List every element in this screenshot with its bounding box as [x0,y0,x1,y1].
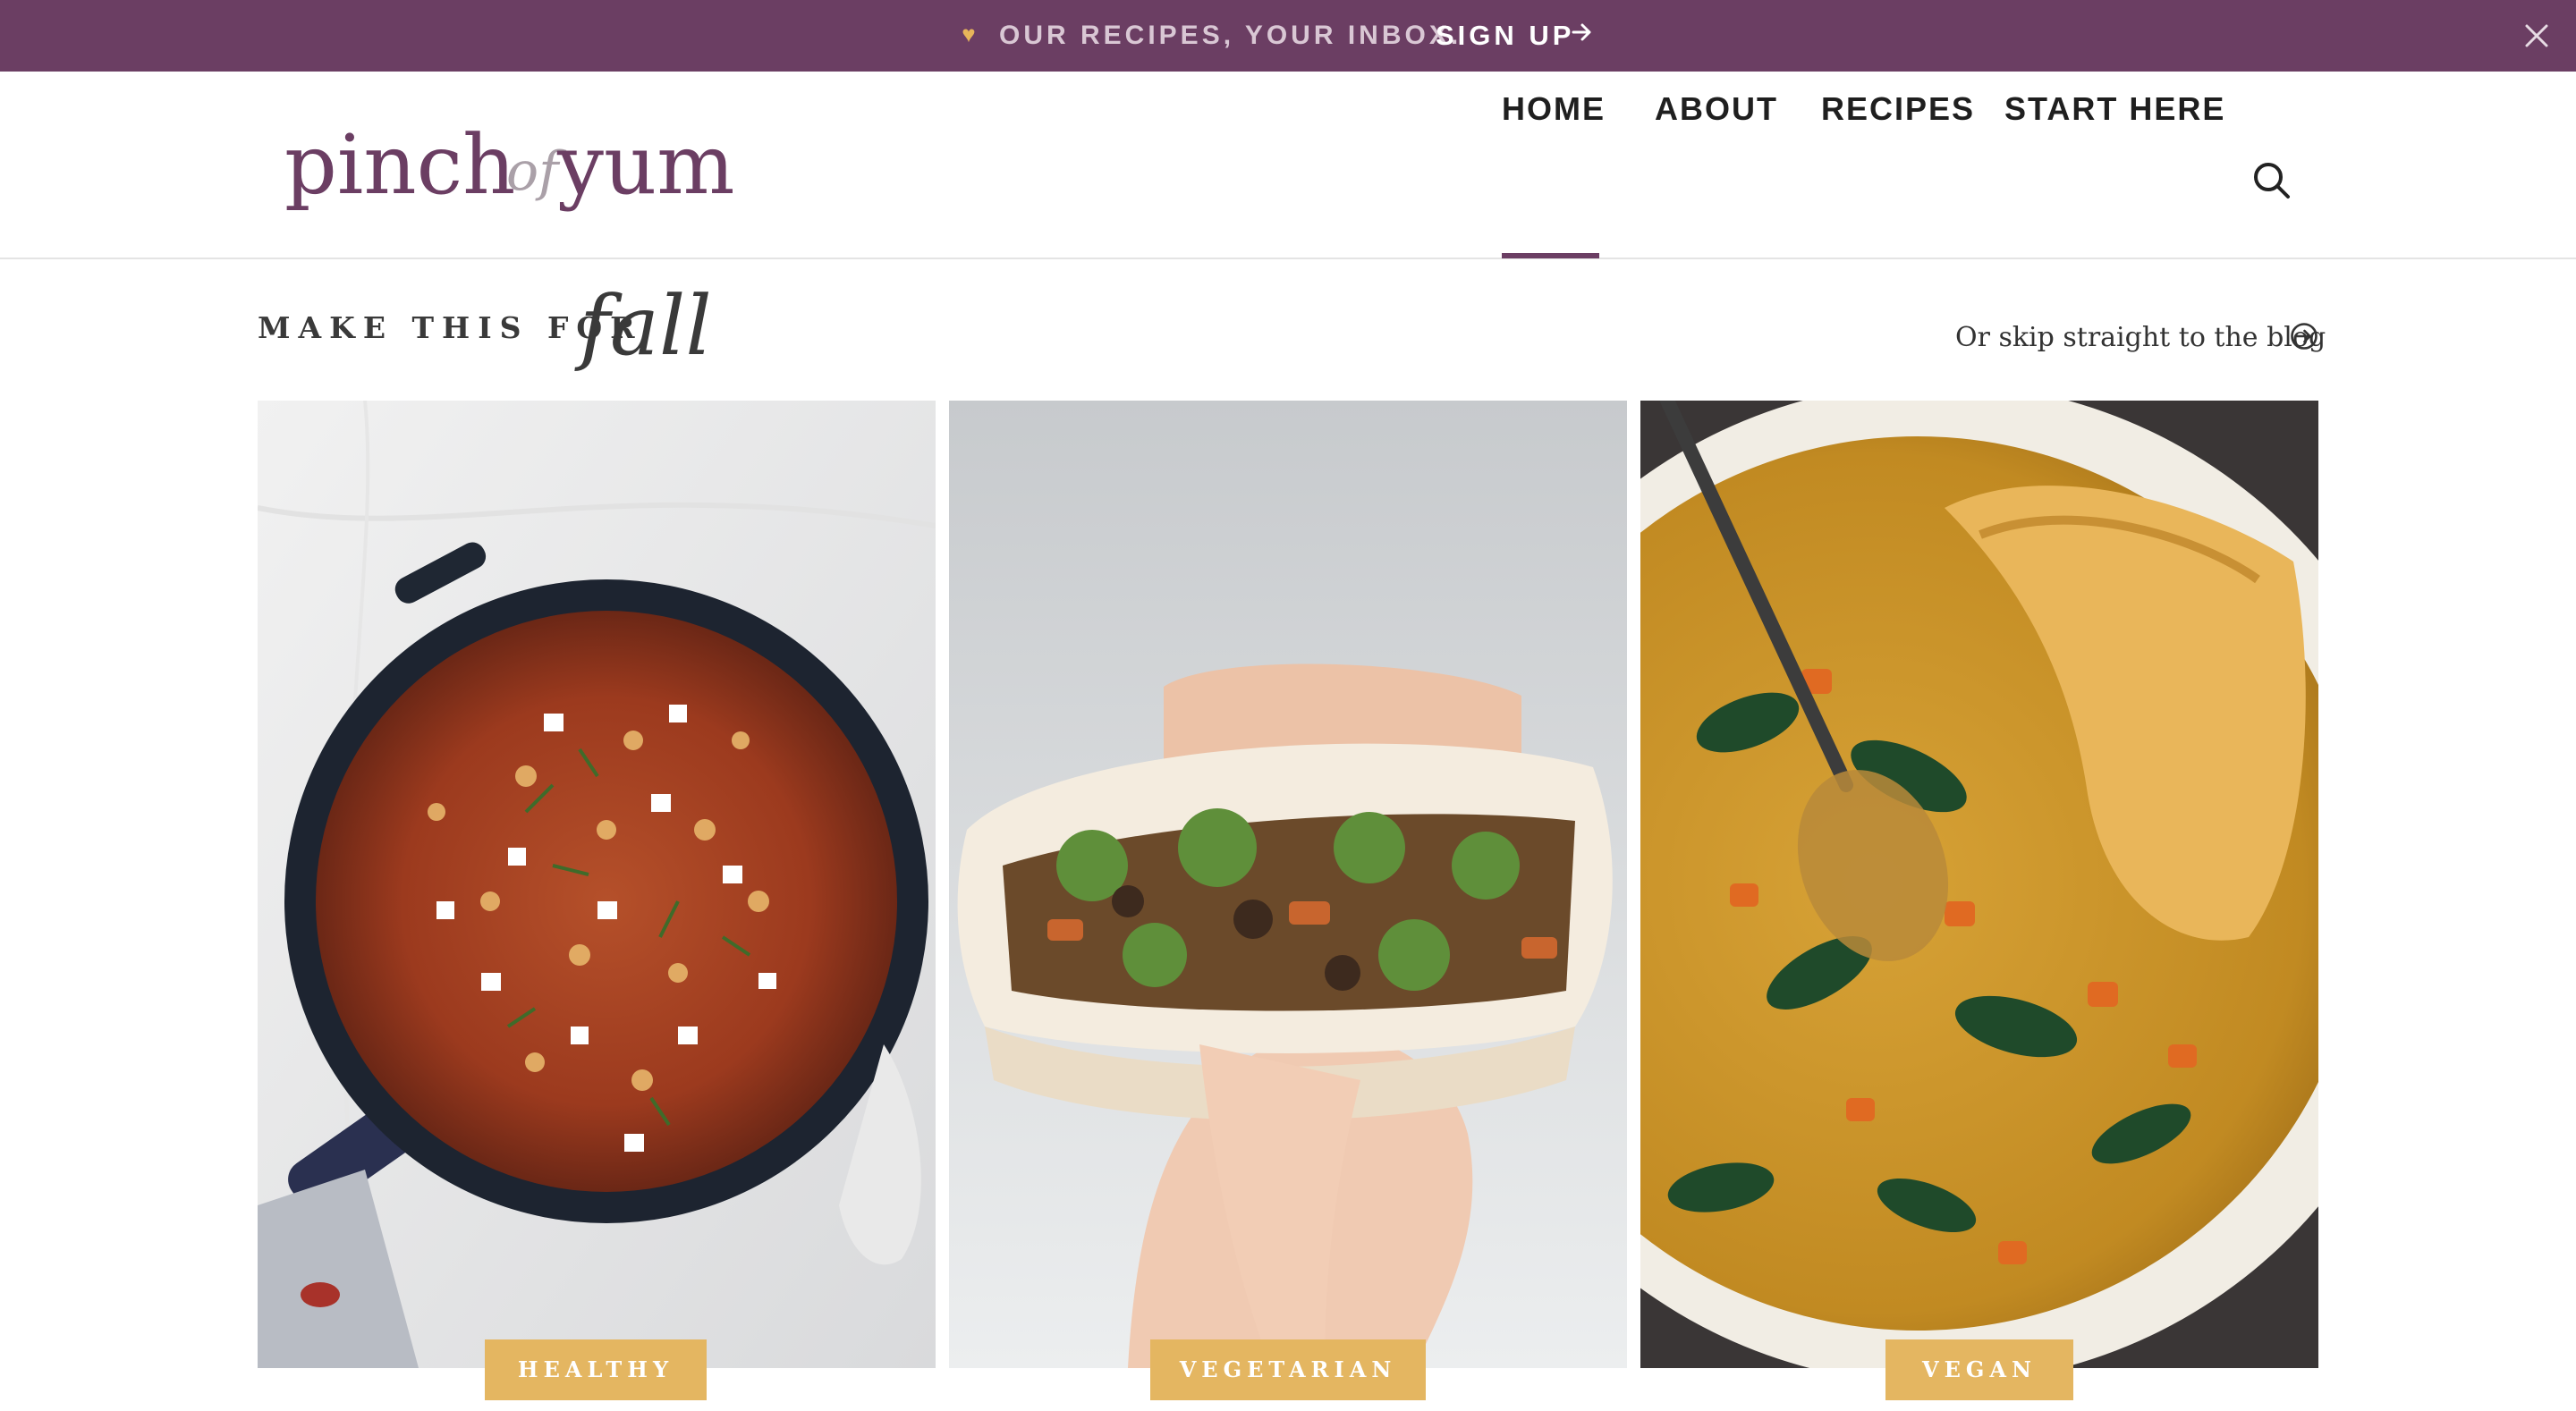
promo-bar: ♥ OUR RECIPES, YOUR INBOX. SIGN UP [0,0,2576,72]
nav-home[interactable]: HOME [1502,88,1604,186]
nav-active-indicator [1502,253,1599,258]
logo-pinch-text: pinch [284,117,516,213]
recipe-card-healthy[interactable] [258,401,936,1368]
site-logo[interactable]: pinch of yum [284,116,750,224]
logo-yum-text: yum [557,117,735,213]
recipe-card-vegetarian[interactable] [949,401,1627,1368]
search-icon[interactable] [2250,159,2293,202]
heart-icon: ♥ [962,21,976,47]
recipe-image[interactable] [949,401,1627,1368]
recipe-image[interactable] [1640,401,2318,1368]
recipe-card-vegan[interactable] [1640,401,2318,1368]
nav-start-here[interactable]: START HERE [2004,88,2224,186]
recipe-image[interactable] [258,401,936,1368]
section-script-word: fall [580,278,712,374]
badge-healthy[interactable]: HEALTHY [485,1339,707,1400]
close-icon[interactable] [2519,16,2555,55]
promo-text: OUR RECIPES, YOUR INBOX. [999,21,1462,50]
sign-up-link[interactable]: SIGN UP [1436,16,1574,55]
logo-of-text: of [506,140,559,203]
nav-recipes[interactable]: RECIPES [1821,88,1973,186]
nav-about[interactable]: ABOUT [1655,88,1776,186]
arrow-right-icon[interactable] [1571,16,1597,48]
badge-vegetarian[interactable]: VEGETARIAN [1150,1339,1426,1400]
circle-arrow-right-icon[interactable] [2290,322,2318,351]
badge-vegan[interactable]: VEGAN [1885,1339,2073,1400]
skip-to-blog-link[interactable]: Or skip straight to the blog [1955,318,2326,358]
